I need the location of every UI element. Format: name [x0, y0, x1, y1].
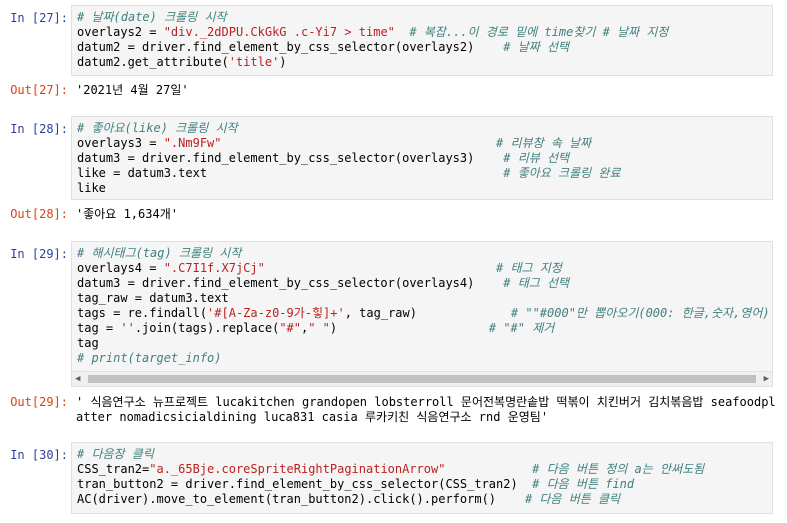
- code-cell-30-source[interactable]: # 다음장 클릭 CSS_tran2="a._65Bje.coreSpriteR…: [77, 447, 768, 507]
- code-cell-30[interactable]: # 다음장 클릭 CSS_tran2="a._65Bje.coreSpriteR…: [71, 442, 773, 514]
- cell-28-out-prompt: Out[28]:: [10, 207, 68, 221]
- cell-28-output: '좋아요 1,634개': [76, 207, 178, 221]
- cell-27-out-prompt: Out[27]:: [10, 83, 68, 97]
- code-cell-29[interactable]: # 해시태그(tag) 크롤링 시작 overlays4 = ".C7I1f.X…: [71, 241, 773, 387]
- cell-30-in-prompt: In [30]:: [10, 448, 68, 462]
- cell-29-out-prompt: Out[29]:: [10, 395, 68, 409]
- cell-29-in-prompt: In [29]:: [10, 247, 68, 261]
- code-cell-28[interactable]: # 좋아요(like) 크롤링 시작 overlays3 = ".Nm9Fw" …: [71, 116, 773, 200]
- code-cell-27[interactable]: # 날짜(date) 크롤링 시작 overlays2 = "div._2dDP…: [71, 5, 773, 76]
- scrollbar-thumb[interactable]: [88, 375, 756, 383]
- cell-29-output: ' 식음연구소 뉴프로젝트 lucakitchen grandopen lobs…: [76, 395, 776, 424]
- code-cell-28-source[interactable]: # 좋아요(like) 크롤링 시작 overlays3 = ".Nm9Fw" …: [77, 121, 768, 196]
- cell-27-in-prompt: In [27]:: [10, 11, 68, 25]
- scroll-left-icon[interactable]: ◀: [75, 373, 80, 385]
- cell-27-output: '2021년 4월 27일': [76, 83, 189, 97]
- horizontal-scrollbar[interactable]: ◀ ▶: [72, 371, 772, 386]
- cell-28-in-prompt: In [28]:: [10, 122, 68, 136]
- scroll-right-icon[interactable]: ▶: [764, 373, 769, 385]
- code-cell-29-source[interactable]: # 해시태그(tag) 크롤링 시작 overlays4 = ".C7I1f.X…: [77, 246, 770, 366]
- code-cell-27-source[interactable]: # 날짜(date) 크롤링 시작 overlays2 = "div._2dDP…: [77, 10, 768, 70]
